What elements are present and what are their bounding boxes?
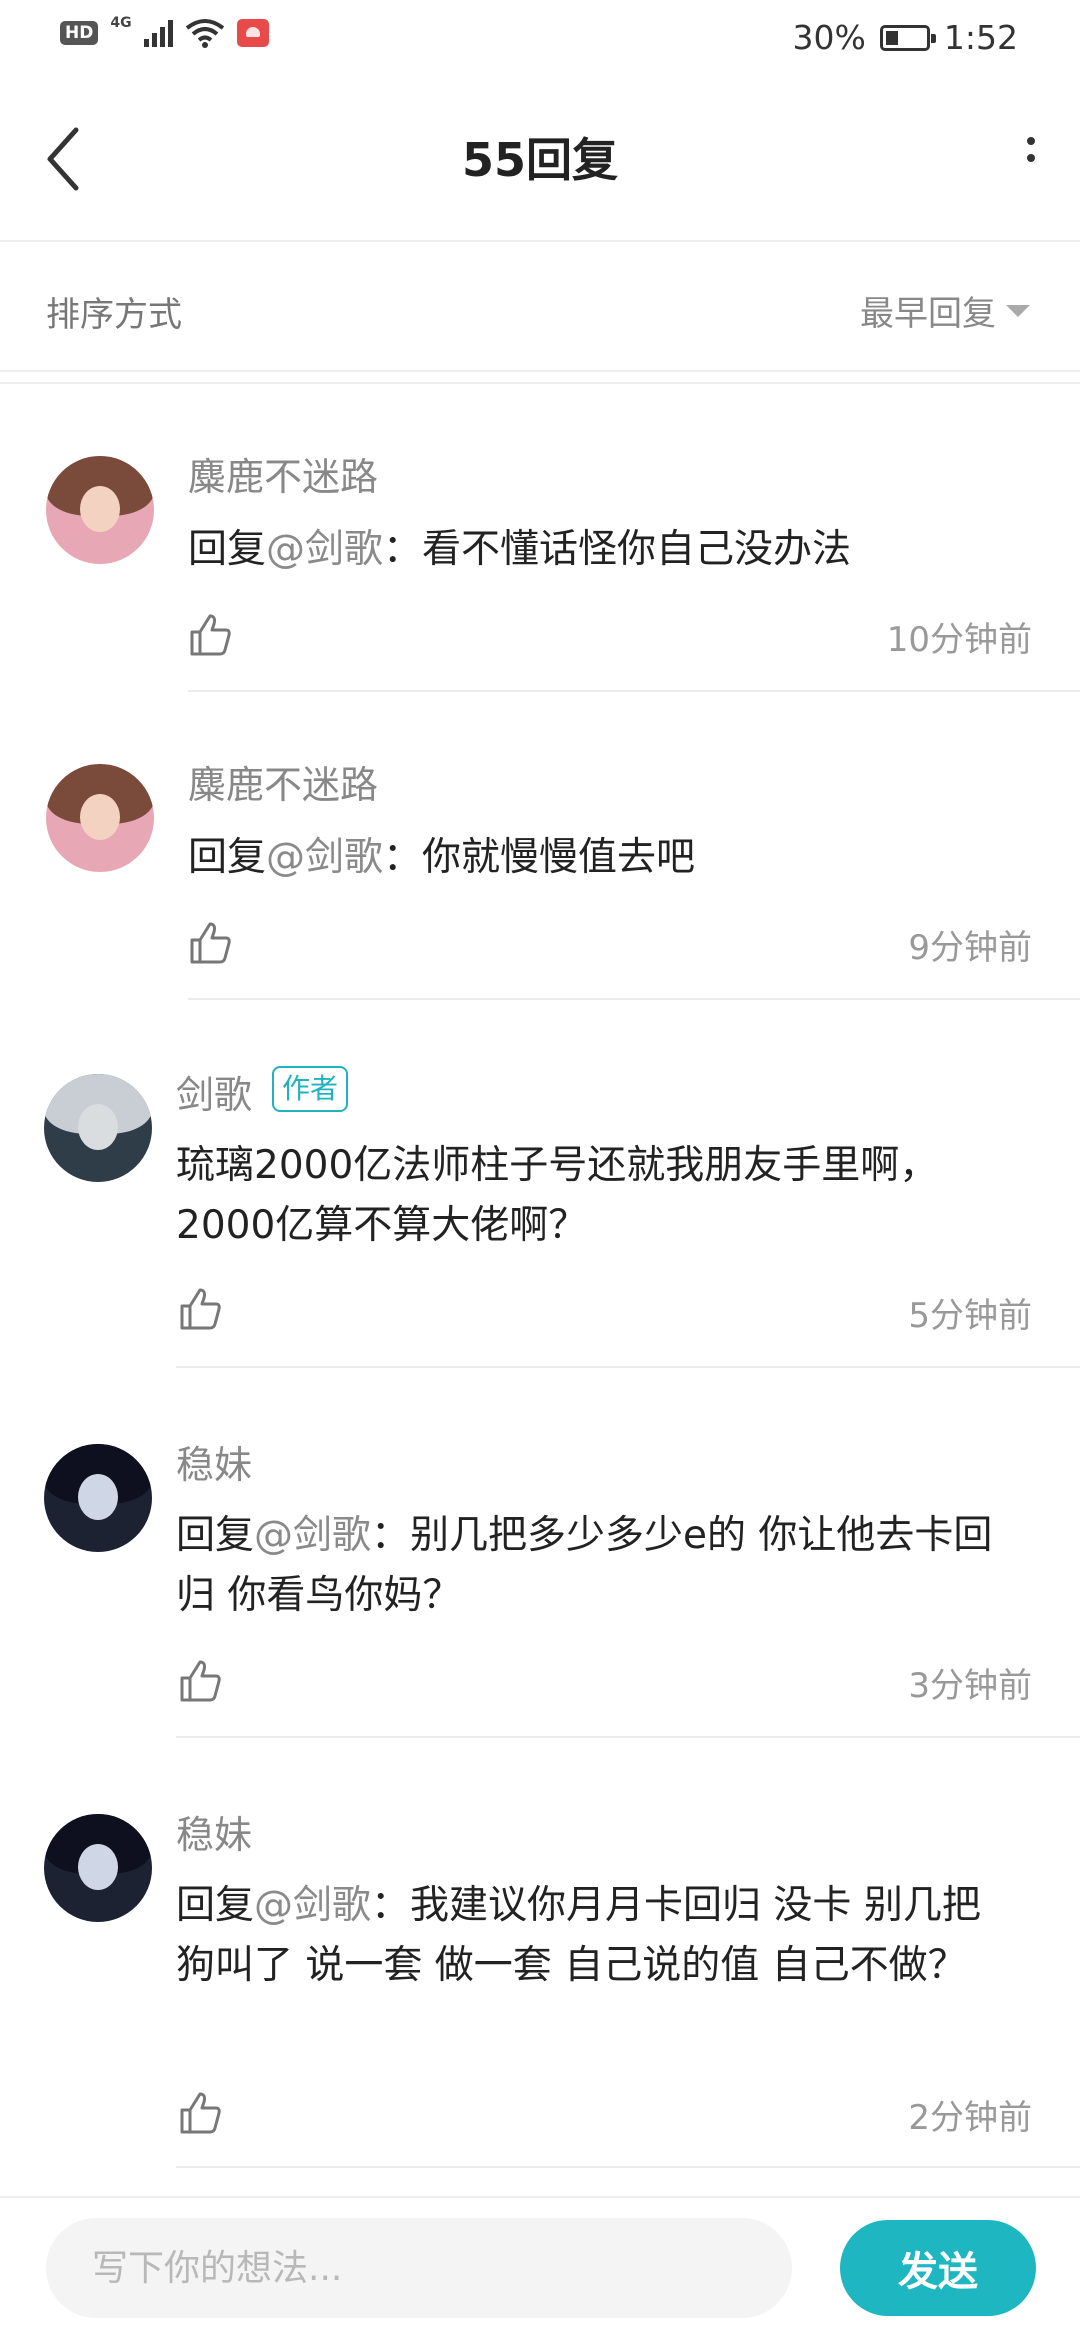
thumbs-up-icon	[190, 922, 231, 964]
reply-prefix: 回复	[188, 527, 267, 572]
comment-content: ：看不懂话怪你自己没办法	[383, 527, 852, 572]
avatar-face	[78, 1474, 118, 1520]
like-button[interactable]	[186, 610, 234, 658]
timestamp: 2分钟前	[908, 2098, 1032, 2138]
reply-prefix: 回复	[188, 835, 267, 880]
sort-selected-value: 最早回复	[860, 294, 996, 334]
avatar-face	[80, 486, 120, 532]
divider	[188, 998, 1080, 1000]
mention-link[interactable]: @剑歌	[254, 1883, 371, 1928]
reply-prefix: 回复	[176, 1883, 255, 1928]
comment-text: 琉璃2000亿法师柱子号还就我朋友手里啊，2000亿算不算大佬啊？	[176, 1136, 1016, 1256]
timestamp: 5分钟前	[908, 1296, 1032, 1336]
more-vertical-icon	[1027, 137, 1035, 145]
avatar[interactable]	[46, 764, 154, 872]
sort-dropdown[interactable]: 最早回复	[860, 286, 1030, 335]
status-bar: HD 4G 30% ⚡ 1:52	[0, 0, 1080, 80]
top-navigation-bar: 55回复	[0, 80, 1080, 242]
comment-item: 稳妹 回复@剑歌：我建议你月月卡回归 没卡 别几把狗叫了 说一套 做一套 自己说…	[0, 1798, 1080, 2168]
wifi-icon	[185, 19, 224, 48]
avatar-face	[78, 1844, 118, 1890]
charging-icon: ⚡	[896, 26, 910, 48]
divider	[176, 1366, 1080, 1368]
mention-link[interactable]: @剑歌	[254, 1513, 371, 1558]
timestamp: 10分钟前	[886, 620, 1032, 660]
avatar-face	[80, 794, 120, 840]
clock: 1:52	[943, 18, 1018, 57]
comment-text: 回复@剑歌：看不懂话怪你自己没办法	[188, 520, 1048, 580]
username[interactable]: 麋鹿不迷路	[188, 754, 378, 809]
avatar[interactable]	[46, 456, 154, 564]
username[interactable]: 剑歌	[176, 1064, 252, 1119]
author-badge: 作者	[272, 1066, 349, 1112]
avatar-face	[78, 1104, 118, 1150]
mention-link[interactable]: @剑歌	[266, 527, 383, 572]
thumbs-up-icon	[180, 2092, 221, 2134]
more-dot	[1027, 154, 1035, 162]
sort-bar: 排序方式 最早回复	[0, 242, 1080, 372]
divider	[188, 690, 1080, 692]
comment-text: 回复@剑歌：我建议你月月卡回归 没卡 别几把狗叫了 说一套 做一套 自己说的值 …	[176, 1876, 1016, 1996]
divider	[176, 1736, 1080, 1738]
avatar[interactable]	[44, 1074, 152, 1182]
comment-input[interactable]	[46, 2218, 792, 2318]
timestamp: 9分钟前	[908, 928, 1032, 968]
username[interactable]: 稳妹	[176, 1434, 252, 1489]
app-notification-icon	[236, 19, 269, 47]
send-button[interactable]: 发送	[840, 2220, 1036, 2316]
comment-content: 琉璃2000亿法师柱子号还就我朋友手里啊，2000亿算不算大佬啊？	[176, 1143, 939, 1248]
status-right: 30% ⚡ 1:52	[793, 18, 1018, 57]
avatar[interactable]	[44, 1814, 152, 1922]
username[interactable]: 稳妹	[176, 1804, 252, 1859]
hd-icon: HD	[60, 21, 99, 45]
section-divider	[0, 382, 1080, 384]
comment-item: 稳妹 回复@剑歌：别几把多少多少e的 你让他去卡回归 你看鸟你妈？ 3分钟前	[0, 1428, 1080, 1738]
cell-signal-icon	[143, 19, 173, 47]
timestamp: 3分钟前	[908, 1666, 1032, 1706]
comment-composer: 发送	[0, 2196, 1080, 2340]
comment-text: 回复@剑歌：你就慢慢值去吧	[188, 828, 1048, 888]
comment-item: 剑歌 作者 琉璃2000亿法师柱子号还就我朋友手里啊，2000亿算不算大佬啊？ …	[0, 1058, 1080, 1368]
thumbs-up-icon	[190, 614, 231, 656]
like-button[interactable]	[186, 918, 234, 966]
comment-item: 麋鹿不迷路 回复@剑歌：你就慢慢值去吧 9分钟前	[0, 748, 1080, 1000]
avatar[interactable]	[44, 1444, 152, 1552]
mention-link[interactable]: @剑歌	[266, 835, 383, 880]
comment-content: ：你就慢慢值去吧	[383, 835, 696, 880]
dropdown-triangle-icon	[1006, 304, 1030, 317]
page-title: 55回复	[461, 133, 618, 187]
comment-item: 麋鹿不迷路 回复@剑歌：看不懂话怪你自己没办法 10分钟前	[0, 440, 1080, 692]
status-left: HD 4G	[60, 15, 269, 48]
like-button[interactable]	[176, 1284, 224, 1332]
thumbs-up-icon	[180, 1660, 221, 1702]
battery-icon: ⚡	[879, 24, 936, 51]
divider	[176, 2166, 1080, 2168]
sort-label: 排序方式	[46, 295, 182, 335]
thumbs-up-icon	[180, 1288, 221, 1330]
battery-percent: 30%	[792, 18, 866, 57]
reply-prefix: 回复	[176, 1513, 255, 1558]
more-options-button[interactable]	[1020, 130, 1042, 200]
comment-text: 回复@剑歌：别几把多少多少e的 你让他去卡回归 你看鸟你妈？	[176, 1506, 1016, 1626]
like-button[interactable]	[176, 1656, 224, 1704]
username[interactable]: 麋鹿不迷路	[188, 446, 378, 501]
like-button[interactable]	[176, 2088, 224, 2136]
network-type-label: 4G	[110, 15, 132, 31]
